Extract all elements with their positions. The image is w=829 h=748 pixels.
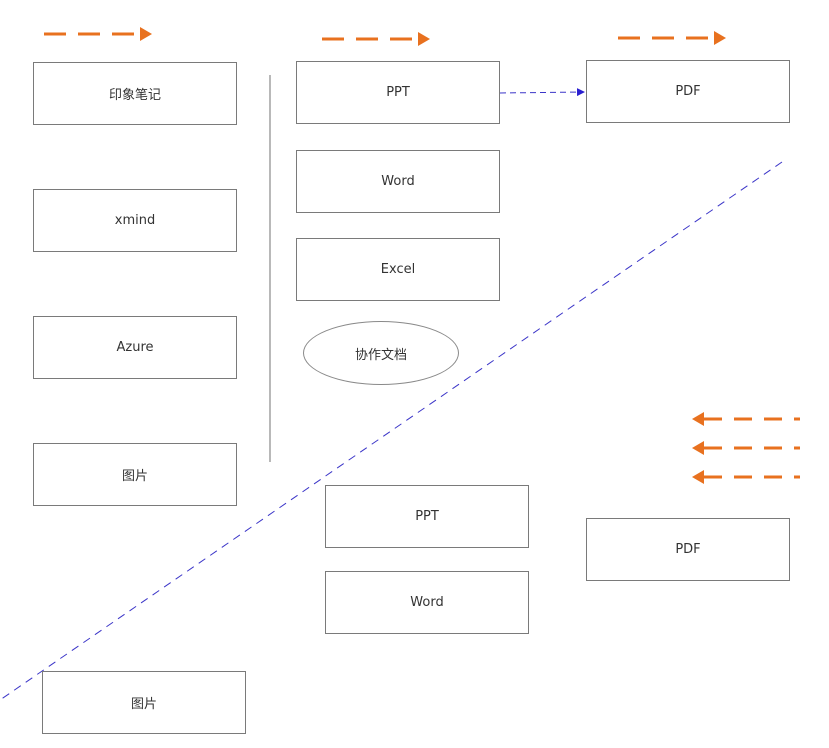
node-label: PPT	[415, 509, 439, 524]
node-pdf-top[interactable]: PDF	[586, 60, 790, 123]
node-azure[interactable]: Azure	[33, 316, 237, 379]
node-label: 图片	[121, 469, 148, 484]
node-pdf-bottom[interactable]: PDF	[586, 518, 790, 581]
node-image-bottom[interactable]: 图片	[42, 671, 246, 734]
node-label: PDF	[675, 542, 701, 557]
node-label: xmind	[114, 213, 156, 228]
node-label: Word	[410, 595, 444, 610]
orange-arrow-left-1	[692, 412, 800, 426]
node-xmind[interactable]: xmind	[33, 189, 237, 252]
node-word-bottom[interactable]: Word	[325, 571, 529, 634]
node-word-top[interactable]: Word	[296, 150, 500, 213]
node-yinxiang-biji[interactable]: 印象笔记	[33, 62, 237, 125]
node-label: Azure	[116, 340, 154, 355]
orange-arrow-left-3	[692, 470, 800, 484]
node-ppt-bottom[interactable]: PPT	[325, 485, 529, 548]
node-collab-doc[interactable]: 协作文档	[303, 321, 459, 385]
orange-arrow-right-2	[322, 32, 430, 46]
orange-arrow-right-1	[44, 27, 152, 41]
node-image[interactable]: 图片	[33, 443, 237, 506]
orange-arrow-right-3	[618, 31, 726, 45]
node-label: PDF	[675, 84, 701, 99]
node-label: 印象笔记	[108, 88, 161, 103]
node-label: PPT	[386, 85, 410, 100]
node-label: Excel	[380, 262, 416, 277]
node-label: 协作文档	[354, 347, 407, 363]
node-ppt-top[interactable]: PPT	[296, 61, 500, 124]
node-label: 图片	[130, 697, 157, 712]
ppt-to-pdf-connector	[499, 88, 585, 97]
node-excel[interactable]: Excel	[296, 238, 500, 301]
node-label: Word	[381, 174, 415, 189]
orange-arrow-left-2	[692, 441, 800, 455]
